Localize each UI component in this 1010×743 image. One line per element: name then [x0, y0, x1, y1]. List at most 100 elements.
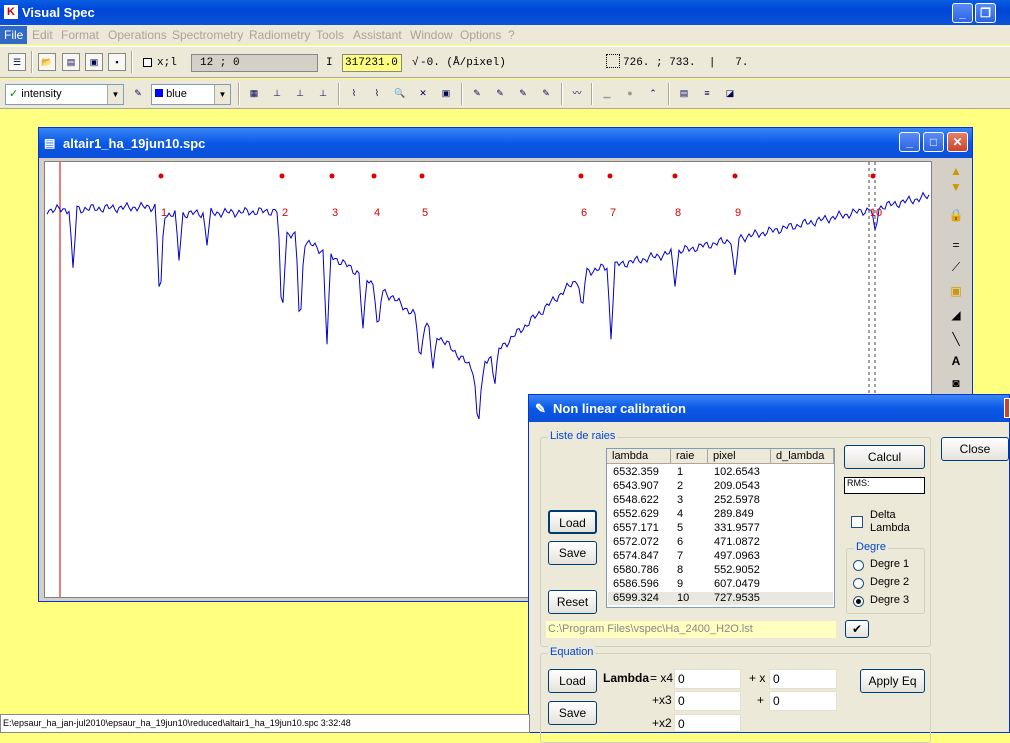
menu-options[interactable]: Options [460, 28, 501, 42]
xy-checkbox[interactable] [143, 58, 152, 67]
calibrate3-icon[interactable]: ✎ [514, 85, 532, 103]
spec-close-button[interactable]: ✕ [947, 132, 968, 152]
spec-minimize-button[interactable]: _ [899, 132, 920, 152]
line-marker-dot[interactable] [329, 173, 335, 179]
profile-add-icon[interactable]: ⌇ [368, 85, 386, 103]
line-marker-dot[interactable] [419, 173, 425, 179]
equation-group-label: Equation [548, 646, 596, 658]
peak-icon[interactable]: ⌃ [644, 85, 662, 103]
menu-spectrometry[interactable]: Spectrometry [172, 28, 243, 42]
curve-icon[interactable]: 〰 [568, 85, 586, 103]
chevron-down-icon[interactable]: ▼ [107, 85, 123, 104]
dialog-titlebar: ✎ Non linear calibration [529, 395, 1009, 422]
chevron-down-icon[interactable]: ▼ [214, 85, 230, 104]
lines-multi-icon[interactable]: ⊥ [314, 85, 332, 103]
load-button[interactable]: Load [548, 510, 597, 534]
table-row[interactable]: 6543.907 2 209.0543 [608, 480, 833, 493]
zoom-cancel-icon[interactable]: ✕ [414, 85, 432, 103]
menu-help[interactable]: ? [508, 28, 515, 42]
confirm-check-button[interactable]: ✔ [845, 620, 869, 638]
equals-icon[interactable]: = [947, 236, 965, 254]
chart-icon[interactable]: ⟋ [947, 258, 965, 276]
save-icon[interactable]: ▪ [108, 53, 126, 71]
line-marker-dot[interactable] [158, 173, 164, 179]
line-marker-dot[interactable] [578, 173, 584, 179]
menu-file[interactable]: File [0, 26, 28, 44]
text-tool-icon[interactable]: A [947, 352, 965, 370]
table-row[interactable]: 6552.629 4 289.849 [608, 508, 833, 521]
layout-icon[interactable]: ☰ [8, 53, 26, 71]
x2-label: +x2 [652, 716, 672, 730]
delta-lambda-checkbox[interactable] [851, 516, 863, 528]
profile-icon[interactable]: ⌇ [345, 85, 363, 103]
open-spectrum-icon[interactable]: ▤ [62, 53, 80, 71]
const-input[interactable]: 0 [769, 691, 837, 711]
table-row[interactable]: 6599.324 10 727.9535 [608, 592, 833, 605]
image-icon[interactable]: ◪ [721, 85, 739, 103]
minimize-button[interactable]: _ [952, 3, 973, 23]
table-row[interactable]: 6548.622 3 252.5978 [608, 494, 833, 507]
grid-icon[interactable]: ▦ [245, 85, 263, 103]
table-row[interactable]: 6580.786 8 552.9052 [608, 564, 833, 577]
camera-icon[interactable]: ▣ [437, 85, 455, 103]
calibrate4-icon[interactable]: ✎ [537, 85, 555, 103]
color-picker-icon[interactable]: ✎ [129, 85, 147, 103]
table-row[interactable]: 6532.359 1 102.6543 [608, 466, 833, 479]
intensity-combo[interactable]: ✓ intensity ▼ [5, 84, 124, 105]
x-coef-input[interactable]: 0 [769, 669, 837, 689]
equation-load-button[interactable]: Load [548, 669, 597, 693]
close-button[interactable]: Close [941, 437, 1009, 461]
zoom-icon[interactable]: 🔍 [391, 85, 409, 103]
menu-operations[interactable]: Operations [108, 28, 167, 42]
table-icon[interactable]: ▤ [675, 85, 693, 103]
equation-save-button[interactable]: Save [548, 701, 597, 725]
line-marker-dot[interactable] [607, 173, 613, 179]
line-marker-dot[interactable] [732, 173, 738, 179]
menu-edit[interactable]: Edit [32, 28, 53, 42]
x4-coef-input[interactable]: 0 [674, 669, 741, 689]
line-marker-dot[interactable] [371, 173, 377, 179]
arrow-down-icon[interactable]: ▼ [947, 178, 965, 196]
lines-icon[interactable]: ⊥ [268, 85, 286, 103]
apply-equation-button[interactable]: Apply Eq [860, 669, 925, 693]
spec-maximize-button[interactable]: □ [923, 132, 944, 152]
menu-window[interactable]: Window [410, 28, 453, 42]
spectrum-disabled-icon[interactable]: ▁ [598, 85, 616, 103]
camera-icon[interactable]: ◙ [947, 374, 965, 392]
table-row[interactable]: 6574.847 7 497.0963 [608, 550, 833, 563]
lock-icon[interactable]: 🔒 [947, 206, 965, 224]
lines-red-icon[interactable]: ⊥ [291, 85, 309, 103]
degre-1-label: Degre 1 [870, 558, 910, 570]
menu-tools[interactable]: Tools [316, 28, 344, 42]
table-row[interactable]: 6572.072 6 471.0872 [608, 536, 833, 549]
menu-format[interactable]: Format [61, 28, 99, 42]
color-combo[interactable]: blue ▼ [151, 84, 231, 105]
degre-2-radio[interactable] [853, 578, 864, 589]
degre-1-radio[interactable] [853, 560, 864, 571]
line-marker-dot[interactable] [279, 173, 285, 179]
open-folder-icon[interactable]: 📂 [38, 53, 56, 71]
save-button[interactable]: Save [548, 541, 597, 565]
menu-assistant[interactable]: Assistant [353, 28, 402, 42]
menu-radiometry[interactable]: Radiometry [249, 28, 310, 42]
select-icon[interactable]: ▣ [947, 282, 965, 300]
line-marker-dot[interactable] [870, 173, 876, 179]
line-tool-icon[interactable]: ╲ [947, 330, 965, 348]
x3-coef-input[interactable]: 0 [674, 691, 741, 711]
calibrate-icon[interactable]: ✎ [468, 85, 486, 103]
gradient-icon[interactable]: ◢ [947, 306, 965, 324]
calcul-button[interactable]: Calcul [844, 445, 925, 469]
table-row[interactable]: 6586.596 9 607.0479 [608, 578, 833, 591]
table-row[interactable]: 6557.171 5 331.9577 [608, 522, 833, 535]
open-image-icon[interactable]: ▣ [85, 53, 103, 71]
reset-button[interactable]: Reset [548, 590, 597, 614]
drop-icon[interactable]: ● [621, 85, 639, 103]
line-marker-dot[interactable] [672, 173, 678, 179]
maximize-button[interactable]: ❐ [975, 3, 996, 23]
x2-coef-input[interactable]: 0 [674, 714, 741, 732]
dialog-close-icon[interactable] [1004, 398, 1010, 418]
degre-3-radio[interactable] [853, 596, 864, 607]
calibrate2-icon[interactable]: ✎ [491, 85, 509, 103]
line-marker-label: 7 [610, 207, 616, 219]
compare-icon[interactable]: ≡ [698, 85, 716, 103]
